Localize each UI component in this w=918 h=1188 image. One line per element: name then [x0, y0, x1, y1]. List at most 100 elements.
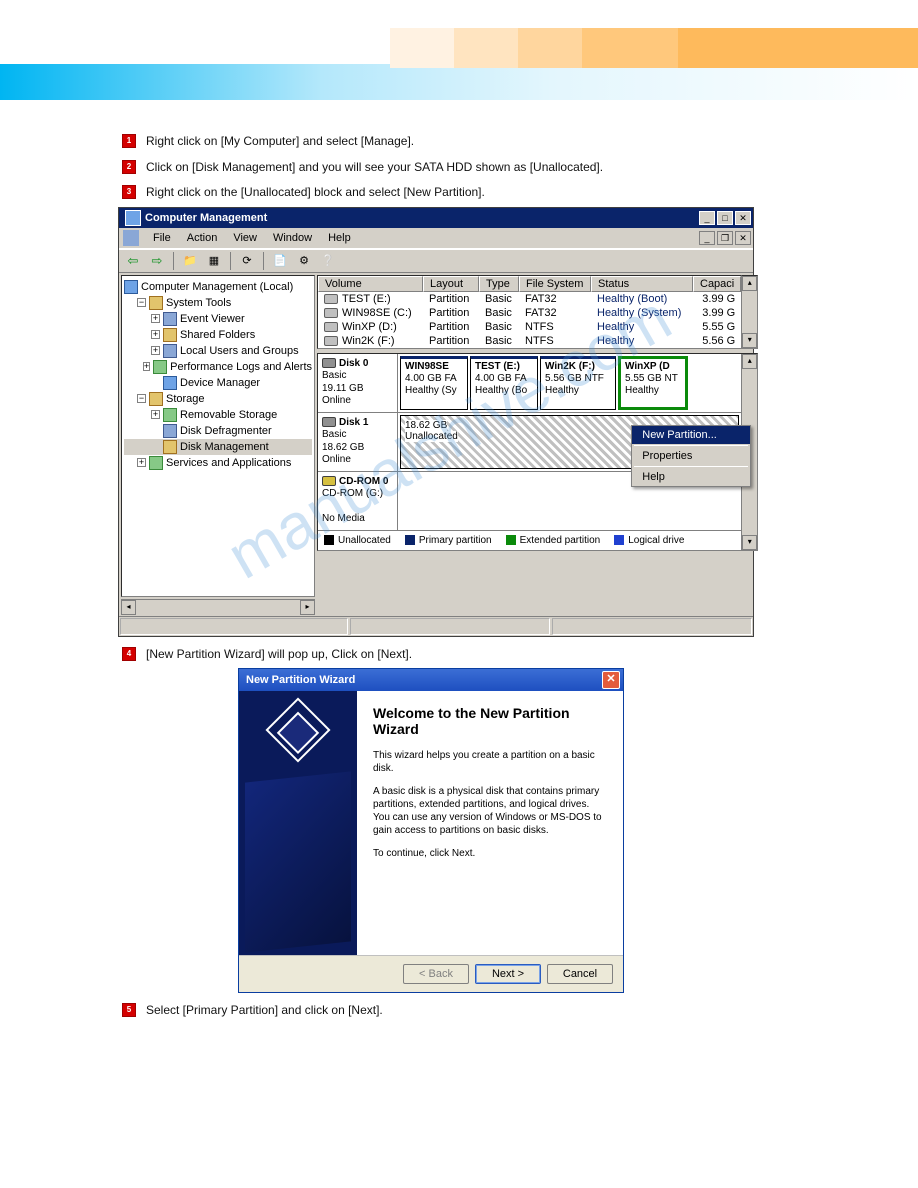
collapse-icon[interactable]: −	[137, 298, 146, 307]
ctx-new-partition[interactable]: New Partition...	[632, 426, 750, 444]
views-button[interactable]: ▦	[204, 252, 224, 270]
list-header: Volume Layout Type File System Status Ca…	[318, 276, 741, 292]
tree-shared-folders[interactable]: Shared Folders	[180, 329, 255, 341]
col-type[interactable]: Type	[479, 276, 519, 292]
cdrom-info[interactable]: CD-ROM 0 CD-ROM (G:) No Media	[318, 472, 398, 530]
expand-icon[interactable]: +	[143, 362, 150, 371]
maximize-button[interactable]: □	[717, 211, 733, 225]
col-capacity[interactable]: Capaci	[693, 276, 741, 292]
expand-icon[interactable]: +	[151, 346, 160, 355]
wizard-heading: Welcome to the New Partition Wizard	[373, 705, 607, 737]
partition-status: Healthy	[545, 385, 611, 397]
disk-1-info[interactable]: Disk 1 Basic 18.62 GB Online	[318, 413, 398, 471]
col-status[interactable]: Status	[591, 276, 693, 292]
legend-unallocated-swatch	[324, 535, 334, 545]
ctx-properties[interactable]: Properties	[632, 447, 750, 465]
legend-logical: Logical drive	[628, 535, 684, 546]
list-row[interactable]: Win2K (F:) Partition Basic NTFS Healthy …	[318, 334, 741, 348]
partition-name: Win2K (F:)	[545, 361, 611, 373]
close-button[interactable]: ✕	[735, 211, 751, 225]
list-row[interactable]: WinXP (D:) Partition Basic NTFS Healthy …	[318, 320, 741, 334]
partition-status: Healthy	[625, 385, 681, 397]
menu-window[interactable]: Window	[265, 230, 320, 246]
tree-perf-logs[interactable]: Performance Logs and Alerts	[170, 361, 312, 373]
menu-action[interactable]: Action	[179, 230, 226, 246]
tree-storage[interactable]: Storage	[166, 393, 205, 405]
wizard-next-button[interactable]: Next >	[475, 964, 541, 984]
menu-help[interactable]: Help	[320, 230, 359, 246]
disk-name: Disk 0	[339, 358, 368, 369]
tree-system-tools[interactable]: System Tools	[166, 297, 231, 309]
nav-forward-button[interactable]: ⇨	[147, 252, 167, 270]
menu-view[interactable]: View	[225, 230, 265, 246]
disk-size: 18.62 GB	[322, 442, 364, 453]
help-button[interactable]: ❔	[318, 252, 338, 270]
list-row[interactable]: TEST (E:) Partition Basic FAT32 Healthy …	[318, 292, 741, 306]
partition-test[interactable]: TEST (E:) 4.00 GB FA Healthy (Bo	[470, 356, 538, 410]
list-row[interactable]: WIN98SE (C:) Partition Basic FAT32 Healt…	[318, 306, 741, 320]
expand-icon[interactable]: +	[151, 410, 160, 419]
scroll-right-button[interactable]: ▸	[300, 600, 315, 615]
tree-defrag[interactable]: Disk Defragmenter	[180, 425, 272, 437]
cell-volume: WinXP (D:)	[342, 321, 397, 333]
tree-event-viewer[interactable]: Event Viewer	[180, 313, 245, 325]
ctx-help[interactable]: Help	[632, 468, 750, 486]
disk-size: 19.11 GB	[322, 383, 364, 394]
tree-disk-management[interactable]: Disk Management	[180, 441, 269, 453]
wizard-close-button[interactable]: ✕	[602, 671, 620, 689]
partition-win2k[interactable]: Win2K (F:) 5.56 GB NTF Healthy	[540, 356, 616, 410]
disk-type: Basic	[322, 429, 346, 440]
partition-name: WinXP (D	[625, 361, 681, 373]
partition-winxp[interactable]: WinXP (D 5.55 GB NT Healthy	[618, 356, 688, 410]
wizard-disk-icon	[265, 698, 330, 763]
computer-icon	[124, 280, 138, 294]
up-button[interactable]: 📁	[180, 252, 200, 270]
legend-logical-swatch	[614, 535, 624, 545]
cell-layout: Partition	[423, 334, 479, 348]
mdi-minimize-button[interactable]: _	[699, 231, 715, 245]
volume-icon	[324, 322, 338, 332]
col-fs[interactable]: File System	[519, 276, 591, 292]
col-volume[interactable]: Volume	[318, 276, 423, 292]
tree-services[interactable]: Services and Applications	[166, 457, 291, 469]
wizard-cancel-button[interactable]: Cancel	[547, 964, 613, 984]
disk-1-row: Disk 1 Basic 18.62 GB Online 18.62 GB Un…	[318, 413, 741, 472]
partition-status: Healthy (Sy	[405, 385, 463, 397]
scroll-left-button[interactable]: ◂	[121, 600, 136, 615]
expand-icon[interactable]: +	[137, 458, 146, 467]
cell-capacity: 5.55 G	[693, 320, 741, 334]
expand-icon[interactable]: +	[151, 330, 160, 339]
col-layout[interactable]: Layout	[423, 276, 479, 292]
partition-win98se[interactable]: WIN98SE 4.00 GB FA Healthy (Sy	[400, 356, 468, 410]
mdi-close-button[interactable]: ✕	[735, 231, 751, 245]
mdi-restore-button[interactable]: ❐	[717, 231, 733, 245]
navigation-tree[interactable]: Computer Management (Local) − System Tool…	[121, 275, 315, 597]
nav-back-button[interactable]: ⇦	[123, 252, 143, 270]
expand-icon[interactable]: +	[151, 314, 160, 323]
wizard-titlebar[interactable]: New Partition Wizard ✕	[239, 669, 623, 691]
step-4-badge: 4	[122, 647, 136, 661]
computer-management-window: Computer Management _ □ ✕ File Action Vi…	[118, 207, 754, 637]
tree-local-users[interactable]: Local Users and Groups	[180, 345, 299, 357]
disk-name: Disk 1	[339, 417, 368, 428]
disk-state: Online	[322, 454, 351, 465]
menu-file[interactable]: File	[145, 230, 179, 246]
scroll-up-button[interactable]: ▴	[742, 354, 757, 369]
tree-scrollbar[interactable]: ◂ ▸	[121, 599, 315, 614]
minimize-button[interactable]: _	[699, 211, 715, 225]
properties-button[interactable]: 📄	[270, 252, 290, 270]
tree-removable[interactable]: Removable Storage	[180, 409, 277, 421]
partition-size: 5.56 GB NTF	[545, 373, 611, 385]
tree-root[interactable]: Computer Management (Local)	[141, 281, 293, 293]
scroll-up-button[interactable]: ▴	[742, 276, 757, 291]
disk-0-info[interactable]: Disk 0 Basic 19.11 GB Online	[318, 354, 398, 412]
scroll-down-button[interactable]: ▾	[742, 535, 757, 550]
volume-list[interactable]: Volume Layout Type File System Status Ca…	[317, 275, 742, 349]
titlebar[interactable]: Computer Management _ □ ✕	[119, 208, 753, 228]
list-scrollbar[interactable]: ▴ ▾	[742, 275, 758, 349]
collapse-icon[interactable]: −	[137, 394, 146, 403]
settings-button[interactable]: ⚙	[294, 252, 314, 270]
refresh-button[interactable]: ⟳	[237, 252, 257, 270]
tree-device-manager[interactable]: Device Manager	[180, 377, 260, 389]
scroll-down-button[interactable]: ▾	[742, 333, 757, 348]
